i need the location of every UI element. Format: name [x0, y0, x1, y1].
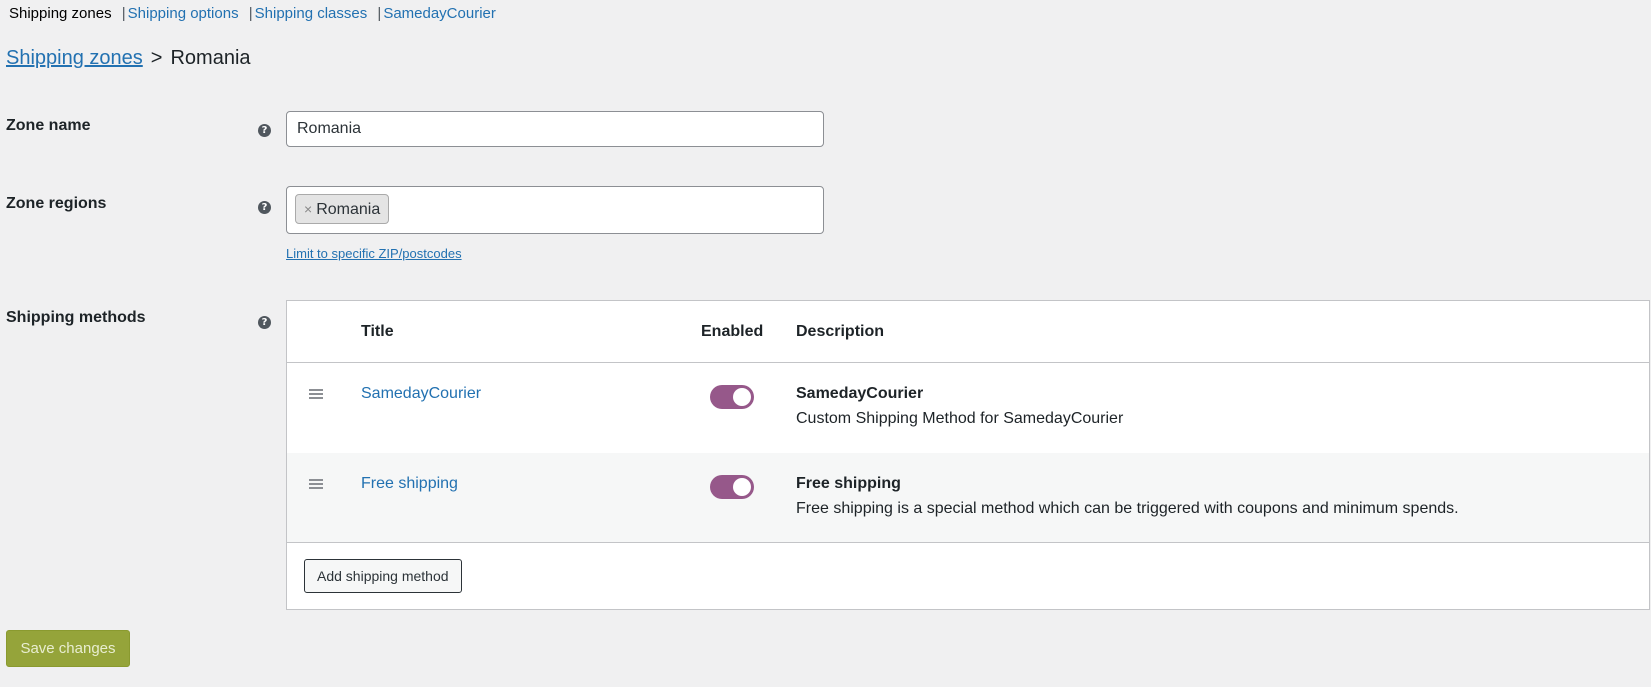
shipping-methods-help-icon[interactable]: ? [258, 316, 271, 329]
region-chip-romania: × Romania [295, 194, 390, 224]
zone-regions-label: Zone regions [6, 195, 107, 212]
limit-postcodes-link[interactable]: Limit to specific ZIP/postcodes [286, 246, 462, 261]
toggle-knob [733, 478, 751, 496]
nav-shipping-classes-link[interactable]: Shipping classes [255, 5, 368, 22]
column-header-description: Description [796, 323, 885, 340]
method-description-title: SamedayCourier [796, 385, 924, 402]
table-row: SamedayCourier SamedayCourier Custom Shi… [287, 363, 1649, 453]
shipping-subnav: Shipping zones | Shipping options | Shippi… [9, 5, 496, 22]
footer-divider [287, 542, 1649, 543]
enabled-toggle[interactable] [710, 385, 754, 409]
nav-separator: | [121, 5, 126, 22]
zone-name-help-icon[interactable]: ? [258, 124, 271, 137]
method-description-text: Free shipping is a special method which … [796, 500, 1459, 517]
zone-name-input[interactable]: Romania [286, 111, 824, 147]
zone-regions-help-icon[interactable]: ? [258, 201, 271, 214]
column-header-title: Title [361, 323, 394, 340]
table-row: Free shipping Free shipping Free shippin… [287, 453, 1649, 543]
shipping-methods-label: Shipping methods [6, 309, 146, 326]
drag-handle-icon[interactable] [309, 389, 323, 399]
breadcrumb: Shipping zones > Romania [6, 47, 251, 70]
method-title-link[interactable]: SamedayCourier [361, 385, 481, 403]
shipping-methods-table: Title Enabled Description SamedayCourier… [286, 300, 1650, 610]
method-title-link[interactable]: Free shipping [361, 475, 458, 493]
nav-samedaycourier-link[interactable]: SamedayCourier [383, 5, 496, 22]
nav-shipping-zones-current: Shipping zones [9, 5, 112, 22]
save-changes-button[interactable]: Save changes [6, 630, 130, 667]
breadcrumb-current-zone: Romania [170, 47, 251, 69]
column-header-enabled: Enabled [701, 323, 764, 340]
add-shipping-method-button[interactable]: Add shipping method [304, 559, 462, 593]
zone-name-label: Zone name [6, 117, 91, 134]
nav-shipping-options-link[interactable]: Shipping options [128, 5, 239, 22]
nav-separator: | [248, 5, 253, 22]
region-chip-label: Romania [316, 201, 381, 218]
drag-handle-icon[interactable] [309, 479, 323, 489]
breadcrumb-arrow: > [150, 47, 163, 69]
zone-regions-select[interactable]: × Romania [286, 186, 824, 234]
method-description-text: Custom Shipping Method for SamedayCourie… [796, 410, 1124, 427]
remove-region-icon[interactable]: × [304, 201, 312, 217]
nav-separator: | [377, 5, 382, 22]
toggle-knob [733, 388, 751, 406]
breadcrumb-shipping-zones-link[interactable]: Shipping zones [6, 47, 143, 69]
method-description-title: Free shipping [796, 475, 901, 492]
enabled-toggle[interactable] [710, 475, 754, 499]
